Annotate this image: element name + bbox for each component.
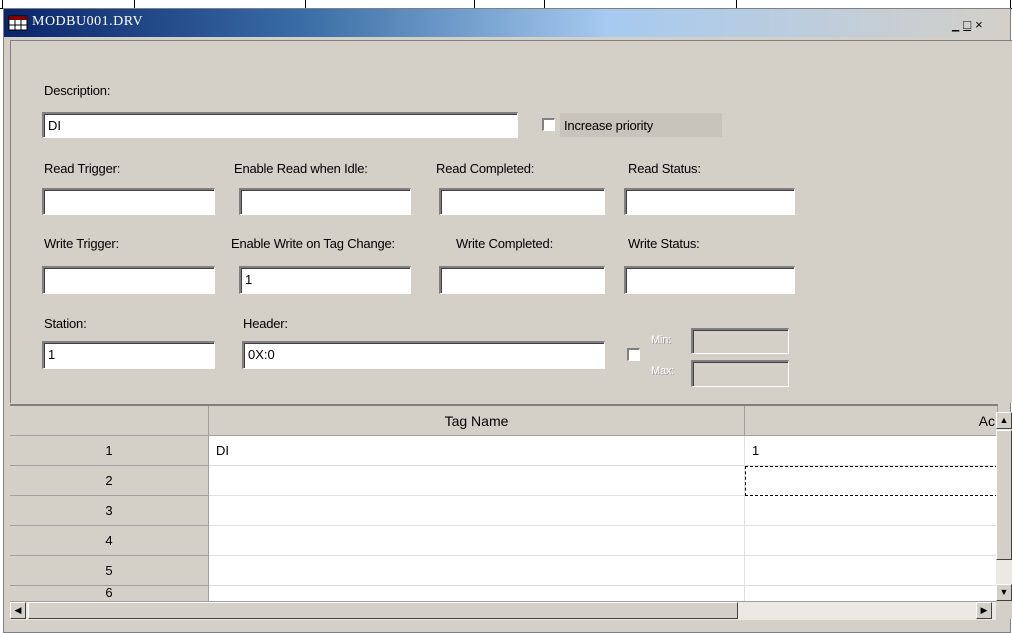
- enable-write-label: Enable Write on Tag Change:: [231, 236, 395, 251]
- arrow-left-icon[interactable]: ◀: [10, 602, 26, 619]
- row-header-2[interactable]: 2: [10, 466, 209, 496]
- close-button[interactable]: ×: [975, 17, 983, 32]
- maximize-button[interactable]: □: [963, 17, 971, 32]
- header-field[interactable]: 0X:0: [242, 341, 605, 369]
- vertical-scroll-thumb[interactable]: [996, 430, 1012, 560]
- minimize-button[interactable]: _: [952, 17, 959, 32]
- table-row: 2: [10, 466, 998, 496]
- min-field[interactable]: [691, 328, 789, 354]
- address-column-header[interactable]: Ac: [745, 406, 998, 436]
- arrow-up-icon[interactable]: ▲: [996, 412, 1012, 429]
- description-label: Description:: [44, 83, 111, 98]
- table-row: 3: [10, 496, 998, 526]
- enable-write-field[interactable]: 1: [239, 266, 411, 294]
- tag-name-cell[interactable]: [209, 556, 745, 586]
- table-row: 5: [10, 556, 998, 586]
- tag-name-cell[interactable]: DI: [209, 436, 745, 466]
- tag-name-cell[interactable]: [209, 496, 745, 526]
- row-header-4[interactable]: 4: [10, 526, 209, 556]
- arrow-right-icon[interactable]: ▶: [976, 602, 992, 619]
- max-label: Max:: [651, 365, 675, 377]
- address-cell[interactable]: [745, 556, 998, 586]
- row-header-3[interactable]: 3: [10, 496, 209, 526]
- form-panel: Description: DI Increase priority Read T…: [10, 40, 1012, 403]
- read-completed-field[interactable]: [439, 188, 605, 215]
- arrow-down-icon[interactable]: ▼: [996, 584, 1012, 601]
- write-completed-field[interactable]: [439, 266, 605, 294]
- row-header-1[interactable]: 1: [10, 436, 209, 466]
- title-bar[interactable]: [4, 9, 1010, 37]
- read-status-label: Read Status:: [628, 161, 701, 176]
- read-trigger-label: Read Trigger:: [44, 161, 121, 176]
- description-field[interactable]: DI: [42, 112, 518, 138]
- write-status-field[interactable]: [624, 266, 795, 294]
- address-cell-focused[interactable]: [745, 466, 998, 496]
- read-trigger-field[interactable]: [42, 188, 215, 215]
- title-bar-buttons: _ □ ×: [952, 17, 987, 32]
- table-row: 4: [10, 526, 998, 556]
- header-label: Header:: [243, 316, 288, 331]
- station-label: Station:: [44, 316, 87, 331]
- address-cell[interactable]: 1: [745, 436, 998, 466]
- write-status-label: Write Status:: [628, 236, 700, 251]
- corner-header[interactable]: [10, 406, 209, 436]
- min-label: Min:: [651, 334, 671, 346]
- tag-name-cell[interactable]: [209, 466, 745, 496]
- tag-name-column-header[interactable]: Tag Name: [209, 406, 745, 436]
- max-field[interactable]: [691, 360, 789, 387]
- write-trigger-field[interactable]: [42, 266, 215, 294]
- row-header-5[interactable]: 5: [10, 556, 209, 586]
- grid-app-icon: [8, 15, 28, 31]
- tag-grid: Tag Name Ac 1 DI 1 2 3 4 5 6: [10, 404, 998, 603]
- read-status-field[interactable]: [624, 188, 795, 215]
- resize-grip[interactable]: [996, 601, 1012, 619]
- increase-priority-checkbox[interactable]: [542, 118, 555, 131]
- table-row: 1 DI 1: [10, 436, 998, 466]
- address-cell[interactable]: [745, 496, 998, 526]
- address-cell[interactable]: [745, 526, 998, 556]
- min-max-checkbox[interactable]: [627, 348, 640, 361]
- read-completed-label: Read Completed:: [436, 161, 535, 176]
- horizontal-scroll-thumb[interactable]: [28, 602, 738, 619]
- enable-read-field[interactable]: [239, 188, 411, 215]
- horizontal-scrollbar[interactable]: ◀ ▶: [10, 601, 996, 620]
- increase-priority-label: Increase priority: [564, 118, 654, 133]
- window-title: MODBU001.DRV: [32, 14, 144, 29]
- grid-header-row: Tag Name Ac: [10, 406, 998, 436]
- tag-name-cell[interactable]: [209, 526, 745, 556]
- enable-read-label: Enable Read when Idle:: [234, 161, 368, 176]
- write-trigger-label: Write Trigger:: [44, 236, 119, 251]
- station-field[interactable]: 1: [42, 341, 215, 369]
- vertical-scrollbar[interactable]: ▲ ▼: [996, 412, 1012, 601]
- write-completed-label: Write Completed:: [456, 236, 553, 251]
